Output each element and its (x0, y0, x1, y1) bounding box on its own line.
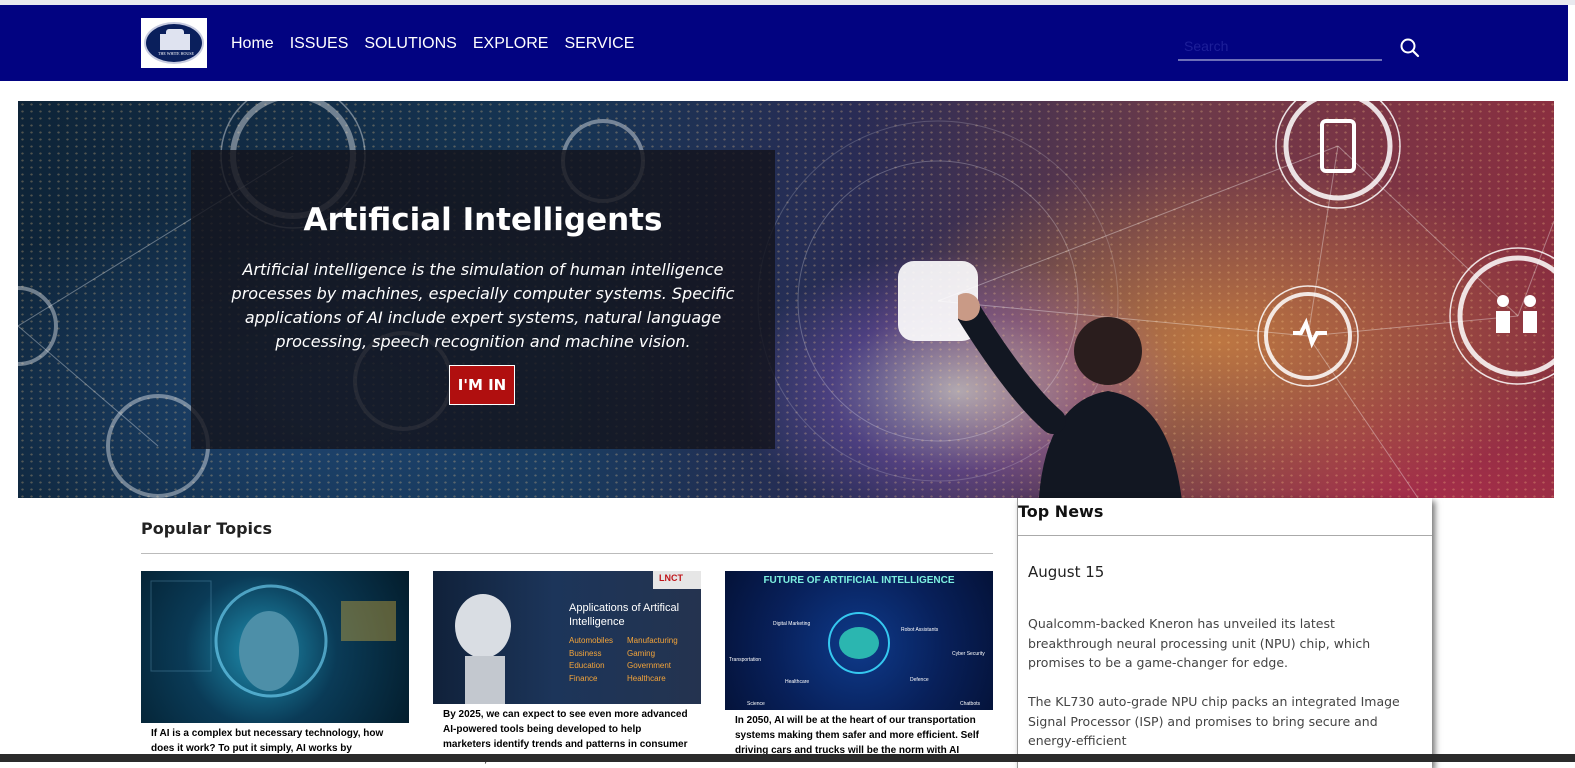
hero-title: Artificial Intelligents (303, 202, 663, 238)
white-house-seal-icon: THE WHITE HOUSE (144, 22, 204, 64)
app-item: Manufacturing (627, 636, 678, 645)
news-date: August 15 (1028, 563, 1105, 581)
news-paragraph: The KL730 auto-grade NPU chip packs an i… (1028, 694, 1400, 748)
news-paragraph: Qualcomm-backed Kneron has unveiled its … (1028, 616, 1371, 670)
navbar: THE WHITE HOUSE Home ISSUES SOLUTIONS EX… (0, 5, 1568, 81)
nav-issues[interactable]: ISSUES (290, 35, 349, 53)
im-in-button[interactable]: I'M IN (449, 365, 515, 405)
main-nav: Home ISSUES SOLUTIONS EXPLORE SERVICE (231, 35, 634, 53)
divider (1018, 535, 1432, 536)
future-item: Healthcare (785, 679, 810, 685)
topic-card[interactable]: LNCT Applications of Artifical Intellige… (433, 571, 701, 767)
future-of-ai-image: Future of Artificial Intelligence Digita… (725, 571, 993, 710)
card-image-title: Applications of Artifical Intelligence (569, 602, 680, 628)
top-news-panel: Top News August 15 Qualcomm-backed Knero… (1017, 498, 1432, 768)
future-item: Transportation (729, 657, 762, 663)
bottom-bar (0, 754, 1575, 762)
popular-topics-title: Popular Topics (141, 519, 273, 538)
nav-solutions[interactable]: SOLUTIONS (364, 35, 456, 53)
future-item: Digital Marketing (773, 621, 811, 627)
future-item: Science (747, 701, 765, 707)
future-item: Defence (910, 677, 929, 683)
search-icon[interactable] (1399, 37, 1421, 59)
ai-robot-face-image (141, 571, 409, 723)
nav-explore[interactable]: EXPLORE (473, 35, 549, 53)
hero-banner: Artificial Intelligents Artificial intel… (18, 101, 1554, 498)
nav-service[interactable]: SERVICE (564, 35, 634, 53)
topic-caption: If AI is a complex but necessary technol… (151, 728, 384, 754)
app-item: Finance (569, 673, 598, 683)
businessman-figure (958, 293, 1182, 498)
hero-description: Artificial intelligence is the simulatio… (231, 260, 735, 351)
app-item: Healthcare (627, 673, 666, 683)
divider (141, 553, 993, 554)
topic-caption: In 2050, AI will be at the heart of our … (735, 715, 979, 756)
app-item: Education (569, 661, 605, 670)
app-item: Business (569, 648, 602, 658)
nav-home[interactable]: Home (231, 35, 274, 53)
future-item: Robot Assistants (901, 627, 939, 633)
logo-text: THE WHITE HOUSE (158, 51, 194, 56)
topic-card[interactable]: Future of Artificial Intelligence Digita… (725, 571, 993, 758)
search-input[interactable] (1178, 32, 1382, 61)
app-item: Gaming (627, 648, 656, 658)
hero-overlay: Artificial Intelligents Artificial intel… (191, 150, 775, 449)
future-item: Chatbots (960, 701, 981, 707)
topic-card[interactable]: If AI is a complex but necessary technol… (141, 571, 409, 756)
ai-applications-image: LNCT Applications of Artifical Intellige… (433, 571, 701, 704)
top-news-title: Top News (1018, 502, 1104, 521)
lnct-badge: LNCT (659, 573, 683, 583)
logo[interactable]: THE WHITE HOUSE (141, 18, 207, 68)
future-item: Cyber Security (952, 651, 985, 657)
app-item: Automobiles (569, 636, 614, 645)
app-item: Government (627, 661, 672, 670)
